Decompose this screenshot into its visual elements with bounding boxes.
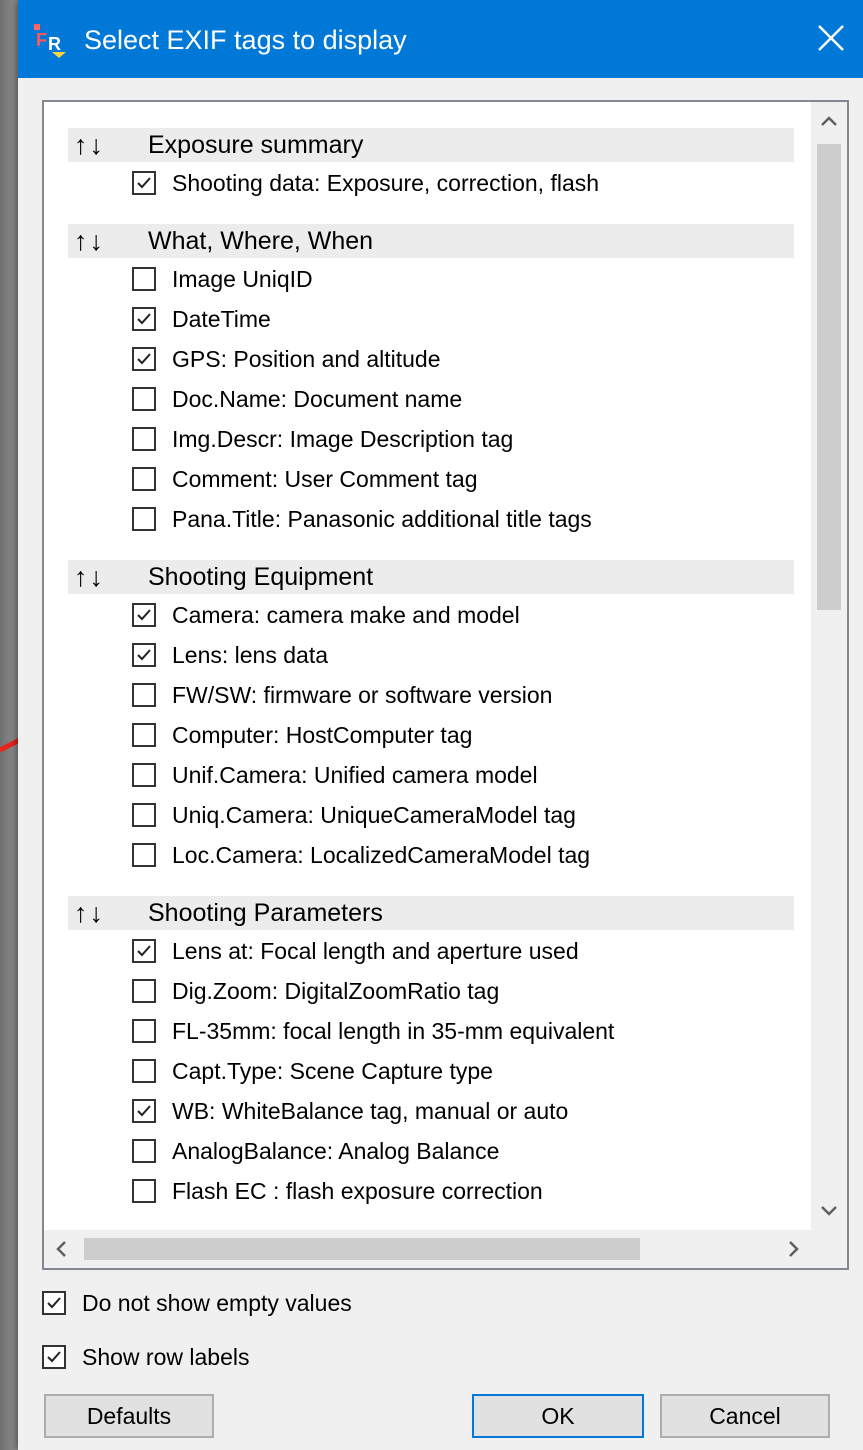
defaults-button[interactable]: Defaults [44, 1394, 214, 1438]
tag-checkbox[interactable] [132, 979, 156, 1003]
tag-checkbox[interactable] [132, 643, 156, 667]
tag-label: Lens at: Focal length and aperture used [172, 938, 579, 964]
close-button[interactable] [799, 0, 863, 78]
tag-label: Comment: User Comment tag [172, 466, 478, 492]
checkmark-icon [137, 177, 151, 189]
scroll-down-button[interactable] [811, 1190, 847, 1230]
tag-label: Flash EC : flash exposure correction [172, 1178, 543, 1204]
group-title: Shooting Parameters [148, 899, 383, 927]
tag-checkbox[interactable] [132, 1019, 156, 1043]
chevron-left-icon [56, 1241, 66, 1257]
tag-label: Doc.Name: Document name [172, 386, 463, 412]
group-header: ↑↓ Shooting Parameters [68, 896, 794, 930]
tag-label: AnalogBalance: Analog Balance [172, 1138, 500, 1164]
scroll-right-button[interactable] [775, 1230, 811, 1268]
tag-checkbox[interactable] [132, 467, 156, 491]
tag-label: Image UniqID [172, 266, 313, 292]
tag-checkbox[interactable] [132, 939, 156, 963]
group-header: ↑↓ What, Where, When [68, 224, 794, 258]
tag-label: Dig.Zoom: DigitalZoomRatio tag [172, 978, 500, 1004]
tag-checkbox[interactable] [132, 387, 156, 411]
window-title: Select EXIF tags to display [84, 25, 407, 55]
tag-label: Lens: lens data [172, 642, 329, 668]
tag-label: Computer: HostComputer tag [172, 722, 473, 748]
svg-text:R: R [48, 34, 61, 54]
checkmark-icon [137, 609, 151, 621]
app-logo-icon: F R [34, 24, 66, 58]
show-row-labels-label: Show row labels [82, 1344, 250, 1370]
show-row-labels-checkbox[interactable] [42, 1345, 66, 1369]
tag-checkbox[interactable] [132, 683, 156, 707]
tag-checkbox[interactable] [132, 307, 156, 331]
cancel-button[interactable]: Cancel [660, 1394, 830, 1438]
checkmark-icon [137, 945, 151, 957]
move-group-arrows-icon[interactable]: ↑↓ [74, 129, 105, 161]
tag-label: FL-35mm: focal length in 35-mm equivalen… [172, 1018, 615, 1044]
group-title: What, Where, When [148, 227, 374, 255]
checkmark-icon [47, 1297, 61, 1309]
group-header: ↑↓ Exposure summary [68, 128, 794, 162]
checkmark-icon [137, 313, 151, 325]
checkmark-icon [137, 353, 151, 365]
tag-checkbox[interactable] [132, 1059, 156, 1083]
tag-checkbox[interactable] [132, 347, 156, 371]
tag-label: Loc.Camera: LocalizedCameraModel tag [172, 842, 591, 868]
tag-label: GPS: Position and altitude [172, 346, 441, 372]
exif-tag-list[interactable]: ↑↓ Exposure summary Shooting data: Exposur… [42, 100, 849, 1270]
move-group-arrows-icon[interactable]: ↑↓ [74, 561, 105, 593]
horizontal-scrollbar[interactable] [44, 1230, 811, 1268]
tag-checkbox[interactable] [132, 171, 156, 195]
tag-checkbox[interactable] [132, 507, 156, 531]
tag-label: DateTime [172, 306, 271, 332]
move-group-arrows-icon[interactable]: ↑↓ [74, 225, 105, 257]
chevron-right-icon [789, 1241, 799, 1257]
tag-label: Uniq.Camera: UniqueCameraModel tag [172, 802, 576, 828]
group-header: ↑↓ Shooting Equipment [68, 560, 794, 594]
tag-checkbox[interactable] [132, 843, 156, 867]
do-not-show-empty-values-label: Do not show empty values [82, 1290, 352, 1316]
tag-checkbox[interactable] [132, 1179, 156, 1203]
tag-checkbox[interactable] [132, 603, 156, 627]
tag-checkbox[interactable] [132, 267, 156, 291]
title-bar[interactable]: F R Select EXIF tags to display [18, 0, 863, 78]
tag-label: Unif.Camera: Unified camera model [172, 762, 538, 788]
exif-tag-list-content: ↑↓ Exposure summary Shooting data: Exposur… [44, 102, 811, 1230]
tag-label: Img.Descr: Image Description tag [172, 426, 514, 452]
scroll-up-button[interactable] [811, 102, 847, 142]
tag-checkbox[interactable] [132, 763, 156, 787]
group-title: Shooting Equipment [148, 563, 374, 591]
checkmark-icon [137, 1105, 151, 1117]
tag-label: WB: WhiteBalance tag, manual or auto [172, 1098, 569, 1124]
vertical-scroll-thumb[interactable] [817, 144, 841, 610]
svg-text:F: F [36, 30, 47, 50]
scrollbar-corner [811, 1230, 847, 1268]
chevron-up-icon [821, 116, 837, 126]
tag-checkbox[interactable] [132, 723, 156, 747]
tag-checkbox[interactable] [132, 1099, 156, 1123]
exif-tags-dialog: F R Select EXIF tags to display ↑↓ Exposu… [18, 0, 863, 1450]
tag-label: Shooting data: Exposure, correction, fla… [172, 170, 600, 196]
tag-checkbox[interactable] [132, 1139, 156, 1163]
do-not-show-empty-values-checkbox[interactable] [42, 1291, 66, 1315]
ok-button[interactable]: OK [472, 1394, 644, 1438]
checkmark-icon [137, 649, 151, 661]
tag-label: FW/SW: firmware or software version [172, 682, 553, 708]
close-icon [818, 25, 844, 51]
checkmark-icon [47, 1351, 61, 1363]
scroll-left-button[interactable] [44, 1230, 80, 1268]
tag-label: Capt.Type: Scene Capture type [172, 1058, 493, 1084]
tag-checkbox[interactable] [132, 427, 156, 451]
tag-label: Camera: camera make and model [172, 602, 520, 628]
tag-checkbox[interactable] [132, 803, 156, 827]
chevron-down-icon [821, 1206, 837, 1216]
group-title: Exposure summary [148, 131, 364, 159]
horizontal-scroll-thumb[interactable] [84, 1238, 640, 1260]
vertical-scrollbar[interactable] [811, 102, 847, 1230]
tag-label: Pana.Title: Panasonic additional title t… [172, 506, 592, 532]
move-group-arrows-icon[interactable]: ↑↓ [74, 897, 105, 929]
